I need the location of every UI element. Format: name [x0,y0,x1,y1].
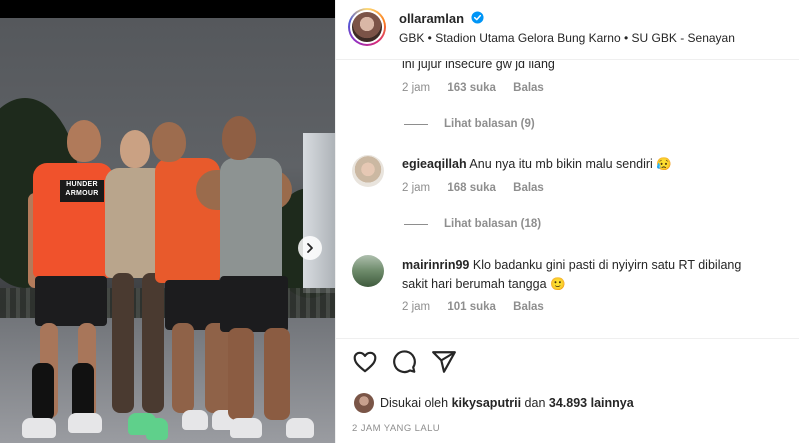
comment-0-text: ini jujur insecure gw jd ilang [402,61,555,71]
comment-0-likes[interactable]: 163 suka [447,82,496,94]
likes-summary: Disukai oleh kikysaputrii dan 34.893 lai… [380,396,634,410]
comment-2-time[interactable]: 2 jam [402,301,430,313]
comment-2-username[interactable]: mairinrin99 [402,258,469,272]
jersey-text-2: ARMOUR [65,190,99,197]
author-username[interactable]: ollaramlan [399,11,464,26]
comment-1-username[interactable]: egieaqillah [402,157,467,171]
post-photo[interactable]: HUNDER ARMOUR [0,0,335,443]
share-icon[interactable] [431,349,457,375]
comment-0-time[interactable]: 2 jam [402,82,430,94]
jersey-text-1: HUNDER [66,181,98,188]
comment-0-view-replies[interactable]: Lihat balasan (9) [404,118,535,130]
verified-icon [471,11,484,24]
post-side-panel: ollaramlan GBK • Stadion Utama Gelora Bu… [335,0,799,443]
comment-1-avatar[interactable] [352,155,384,187]
comment-1-emoji: 😥 [656,157,672,171]
liker-avatar[interactable] [354,393,374,413]
view-replies-label: Lihat balasan (9) [444,118,535,130]
post-actions: Disukai oleh kikysaputrii dan 34.893 lai… [336,338,799,443]
likes-user[interactable]: kikysaputrii [452,396,521,410]
comment-2-avatar[interactable] [352,255,384,287]
comment-2-likes[interactable]: 101 suka [447,301,496,313]
comment-icon[interactable] [391,349,417,375]
post-timestamp[interactable]: 2 JAM YANG LALU [352,423,440,434]
comment-1-text: Anu nya itu mb bikin malu sendiri [469,157,653,171]
view-replies-label: Lihat balasan (18) [444,218,542,230]
photo-scene: HUNDER ARMOUR [0,18,335,443]
comment-2-text-line1: Klo badanku gini pasti di nyiyirn satu R… [472,258,742,272]
comment-1-reply-button[interactable]: Balas [513,182,544,194]
next-arrow-icon [307,243,313,253]
comment-1-time[interactable]: 2 jam [402,182,430,194]
likes-prefix: Disukai oleh [380,396,449,410]
comment-2-emoji: 🙂 [550,277,566,291]
comment-1-view-replies[interactable]: Lihat balasan (18) [404,218,541,230]
comment-0-reply-button[interactable]: Balas [513,82,544,94]
heart-icon[interactable] [352,349,378,375]
next-photo-button[interactable] [298,236,322,260]
comment-2-text-line2: sakit hari berumah tangga [402,277,547,291]
likes-middle: dan [524,396,546,410]
comment-1-likes[interactable]: 168 suka [447,182,496,194]
comment-2-reply-button[interactable]: Balas [513,301,544,313]
post-header: ollaramlan GBK • Stadion Utama Gelora Bu… [336,0,799,60]
author-avatar[interactable] [348,8,386,46]
likes-count[interactable]: 34.893 lainnya [549,396,634,410]
post-location[interactable]: GBK • Stadion Utama Gelora Bung Karno • … [399,31,735,45]
comments-list[interactable]: ini jujur insecure gw jd ilang 2 jam 163… [336,61,799,336]
